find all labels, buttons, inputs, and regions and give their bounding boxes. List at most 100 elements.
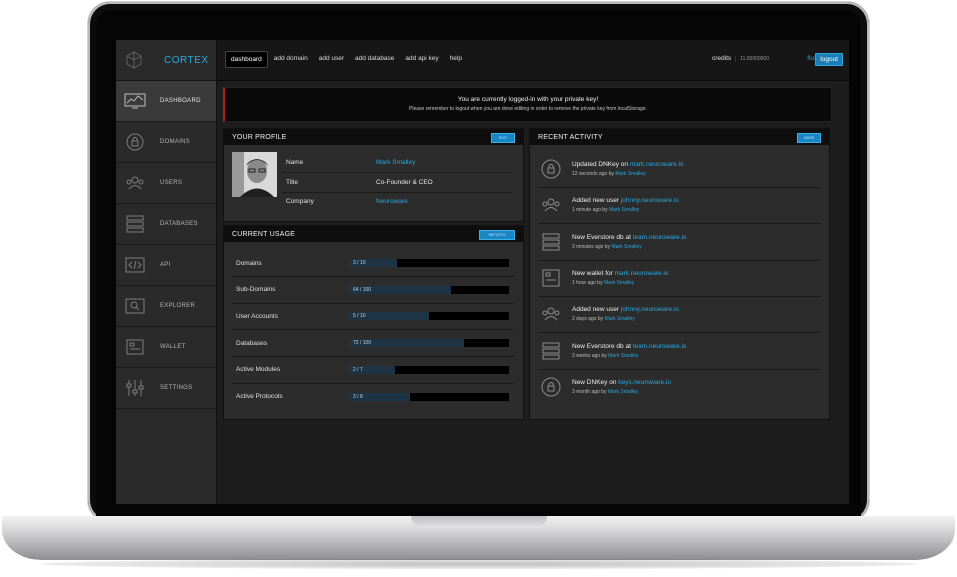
activity-user-link[interactable]: Mark Smalley xyxy=(608,353,638,359)
usage-bar-text: 64 / 100 xyxy=(353,286,372,293)
sidebar: CORTEX DASHBOARD DOMAINS USERS DATABASES xyxy=(116,40,217,504)
activity-user-link[interactable]: Mark Smalley xyxy=(604,280,634,286)
activity-time: 1 minute ago by xyxy=(572,207,608,214)
more-button[interactable]: MORE xyxy=(797,133,821,143)
activity-target-link[interactable]: keys.neuroware.io xyxy=(618,379,671,386)
database-icon xyxy=(123,215,147,233)
credits-value: 11.00000000 xyxy=(735,56,769,62)
activity-item: New Everstore db at team.neuroware.io 3 m… xyxy=(538,224,821,261)
sliders-icon xyxy=(123,379,147,397)
app-screen: CORTEX DASHBOARD DOMAINS USERS DATABASES xyxy=(116,40,849,504)
profile-row-title: Title Co-Founder & CEO xyxy=(282,173,512,193)
activity-item: Added new user johnny.neuroware.io 2 days… xyxy=(538,296,821,334)
sidebar-item-users[interactable]: USERS xyxy=(116,163,216,204)
top-menu: dashboard add domain add user add databa… xyxy=(225,51,468,68)
sidebar-item-databases[interactable]: DATABASES xyxy=(116,204,216,245)
monitor-chart-icon xyxy=(123,92,147,110)
activity-user-link[interactable]: Mark Smalley xyxy=(615,171,645,177)
alert-message: Please remember to logout when you are d… xyxy=(409,106,647,112)
sidebar-item-label: API xyxy=(160,262,171,268)
activity-action: Added new user xyxy=(572,197,619,205)
activity-meta: 1 hour ago by Mark Smalley xyxy=(572,280,668,286)
usage-row: Databases 72 / 100 xyxy=(232,330,514,358)
profile-company-link[interactable]: Neuroware xyxy=(376,198,408,205)
usage-label: Active Modules xyxy=(236,366,281,374)
users-icon xyxy=(123,174,147,192)
profile-key: Name xyxy=(286,159,304,166)
usage-bar-text: 5 / 10 xyxy=(353,313,366,320)
activity-target-link[interactable]: mark.neuroware.io xyxy=(615,270,669,277)
logout-button[interactable]: logout xyxy=(815,53,843,66)
activity-meta: 3 minutes ago by Mark Smalley xyxy=(572,244,687,250)
usage-bar: 5 / 10 xyxy=(349,312,509,321)
activity-text: Added new user johnny.neuroware.io 2 days… xyxy=(572,306,679,322)
menu-item-help[interactable]: help xyxy=(445,51,467,68)
profile-panel: YOUR PROFILE EDIT Name Mark Smalley Titl… xyxy=(223,128,524,222)
activity-action: New wallet for xyxy=(572,269,613,277)
sidebar-item-label: DATABASES xyxy=(160,221,198,227)
sidebar-item-label: DOMAINS xyxy=(160,139,191,145)
database-icon xyxy=(540,231,562,253)
activity-line: New Everstore db at team.neuroware.io xyxy=(572,234,687,241)
activity-item: New Everstore db at team.neuroware.io 3 w… xyxy=(538,333,821,370)
sidebar-item-api[interactable]: API xyxy=(116,245,216,286)
activity-target-link[interactable]: mark.neuroware.io xyxy=(630,161,684,168)
menu-item-add-domain[interactable]: add domain xyxy=(269,51,313,68)
activity-text: New wallet for mark.neuroware.io 1 hour a… xyxy=(572,270,668,286)
profile-row-company: Company Neuroware xyxy=(282,192,512,211)
sidebar-item-domains[interactable]: DOMAINS xyxy=(116,122,216,163)
activity-meta: 1 minute ago by Mark Smalley xyxy=(572,207,679,213)
edit-profile-button[interactable]: EDIT xyxy=(491,133,515,143)
menu-item-add-database[interactable]: add database xyxy=(350,51,399,68)
activity-line: Added new user johnny.neuroware.io xyxy=(572,306,679,313)
profile-value: Co-Founder & CEO xyxy=(376,179,433,186)
activity-user-link[interactable]: Mark Smalley xyxy=(611,244,641,250)
sidebar-item-label: USERS xyxy=(160,180,183,186)
usage-row: Domains 3 / 10 xyxy=(232,250,514,277)
usage-row: Active Modules 2 / 7 xyxy=(232,357,514,384)
reports-button[interactable]: REPORTS xyxy=(479,230,515,240)
activity-action: Added new user xyxy=(572,306,619,314)
users-icon xyxy=(540,194,562,216)
activity-target-link[interactable]: johnny.neuroware.io xyxy=(621,197,679,204)
avatar xyxy=(232,152,277,197)
activity-item: Updated DNKey on mark.neuroware.io 12 sec… xyxy=(538,151,821,188)
sidebar-item-label: SETTINGS xyxy=(160,385,193,391)
usage-bar: 2 / 7 xyxy=(349,365,509,374)
usage-label: User Accounts xyxy=(236,312,278,320)
activity-user-link[interactable]: Mark Smalley xyxy=(609,207,639,213)
activity-action: New DNKey on xyxy=(572,378,617,386)
private-key-alert: You are currently logged-in with your pr… xyxy=(223,87,832,122)
sidebar-item-dashboard[interactable]: DASHBOARD xyxy=(116,81,216,122)
brand[interactable]: CORTEX xyxy=(116,40,216,81)
activity-target-link[interactable]: team.neuroware.io xyxy=(633,343,687,350)
activity-target-link[interactable]: johnny.neuroware.io xyxy=(621,306,679,313)
lock-icon xyxy=(540,158,562,180)
usage-bar-text: 2 / 7 xyxy=(353,366,363,373)
activity-meta: 12 seconds ago by Mark Smalley xyxy=(572,171,684,177)
activity-text: Added new user johnny.neuroware.io 1 minu… xyxy=(572,197,679,213)
credits: credits 11.00000000 xyxy=(712,55,769,62)
usage-row: User Accounts 5 / 10 xyxy=(232,303,514,331)
top-bar: dashboard add domain add user add databa… xyxy=(217,40,849,81)
usage-title: CURRENT USAGE xyxy=(232,230,296,238)
activity-text: Updated DNKey on mark.neuroware.io 12 sec… xyxy=(572,161,684,177)
menu-item-dashboard[interactable]: dashboard xyxy=(225,51,268,68)
activity-user-link[interactable]: Mark Smalley xyxy=(608,389,638,395)
usage-bar: 3 / 8 xyxy=(349,392,509,401)
usage-header: CURRENT USAGE REPORTS xyxy=(224,226,523,242)
sidebar-item-settings[interactable]: SETTINGS xyxy=(116,368,216,409)
activity-text: New Everstore db at team.neuroware.io 3 w… xyxy=(572,343,687,359)
menu-item-add-user[interactable]: add user xyxy=(314,51,349,68)
activity-user-link[interactable]: Mark Smalley xyxy=(605,316,635,322)
sidebar-item-wallet[interactable]: WALLET xyxy=(116,327,216,368)
users-icon xyxy=(540,303,562,325)
activity-line: New Everstore db at team.neuroware.io xyxy=(572,343,687,350)
sidebar-item-explorer[interactable]: EXPLORER xyxy=(116,286,216,327)
activity-target-link[interactable]: team.neuroware.io xyxy=(633,234,687,241)
activity-line: New wallet for mark.neuroware.io xyxy=(572,270,668,277)
activity-text: New DNKey on keys.neuroware.io 3 month ag… xyxy=(572,379,671,395)
activity-meta: 2 days ago by Mark Smalley xyxy=(572,316,679,322)
menu-item-add-api-key[interactable]: add api key xyxy=(400,51,443,68)
profile-name-link[interactable]: Mark Smalley xyxy=(376,159,415,166)
